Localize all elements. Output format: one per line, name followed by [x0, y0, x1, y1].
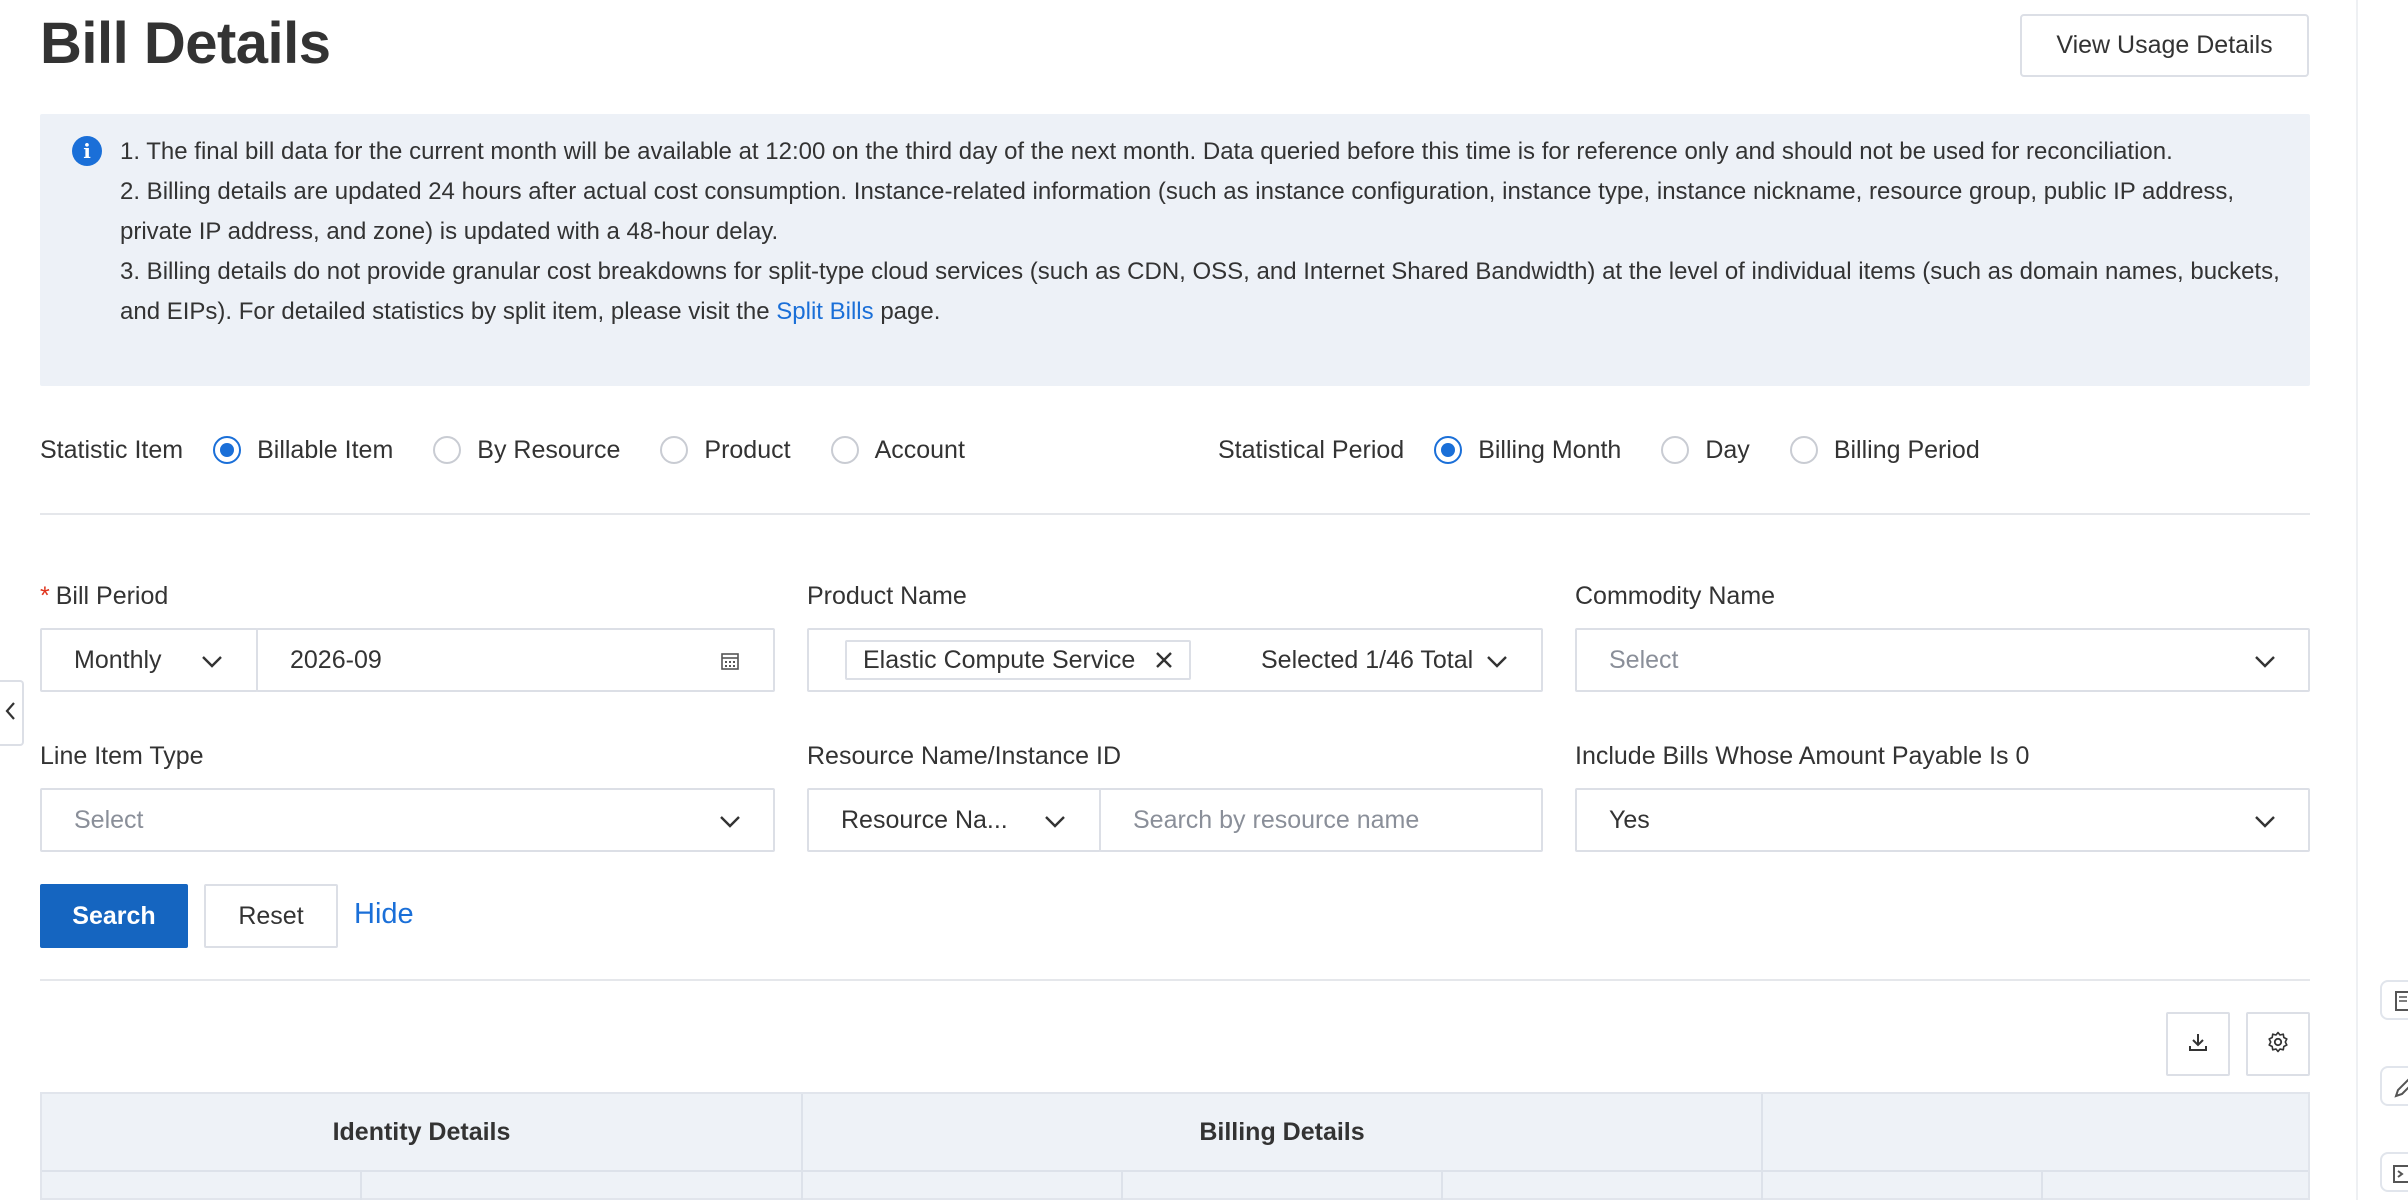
download-button[interactable] [2166, 1012, 2230, 1076]
radio-circle-icon [1789, 436, 1818, 464]
resource-mode-value: Resource Na... [841, 805, 1008, 834]
chevron-down-icon [1485, 650, 1507, 670]
resource-mode-select[interactable]: Resource Na... [807, 788, 1101, 852]
include-zero-select[interactable]: Yes [1575, 788, 2310, 852]
notice-line-3-suffix: page. [880, 298, 941, 325]
calendar-icon [720, 651, 740, 671]
radio-label: By Resource [477, 435, 621, 464]
commodity-name-label: Commodity Name [1575, 582, 1776, 610]
chevron-down-icon [718, 810, 740, 830]
statistic-item-label: Statistic Item [40, 435, 184, 464]
resource-search-input[interactable]: Search by resource name [1099, 788, 1543, 852]
commodity-name-placeholder: Select [1609, 645, 1679, 674]
chevron-down-icon [2253, 810, 2275, 830]
radio-circle-icon [660, 436, 689, 464]
header-identity-details: Identity Details [42, 1094, 803, 1170]
line-item-type-select[interactable]: Select [40, 788, 775, 852]
required-mark: * [40, 582, 50, 610]
info-icon: i [72, 136, 102, 166]
bill-period-date-input[interactable]: 2026-09 [256, 628, 775, 692]
view-usage-details-button[interactable]: View Usage Details [2020, 14, 2309, 77]
header-billing-details: Billing Details [803, 1094, 1763, 1170]
notice-line-3: 3. Billing details do not provide granul… [120, 252, 2290, 332]
line-item-type-placeholder: Select [74, 805, 144, 834]
radio-billing-period[interactable]: Billing Period [1789, 435, 1980, 465]
subheader-cell [1763, 1170, 2043, 1200]
radio-day[interactable]: Day [1661, 435, 1750, 465]
bill-period-mode-value: Monthly [74, 645, 162, 674]
subheader-cell [42, 1170, 362, 1200]
radio-label: Account [874, 435, 965, 464]
subheader-cell [1123, 1170, 1443, 1200]
chevron-down-icon [1043, 810, 1065, 830]
radio-label: Billing Month [1478, 435, 1622, 464]
include-zero-label: Include Bills Whose Amount Payable Is 0 [1575, 742, 2030, 770]
radio-circle-icon [1434, 436, 1463, 464]
product-tag: Elastic Compute Service [845, 640, 1192, 680]
radio-product[interactable]: Product [660, 435, 791, 465]
resource-search-placeholder: Search by resource name [1133, 805, 1420, 834]
chevron-down-icon [200, 650, 222, 670]
subheader-cell [803, 1170, 1123, 1200]
hide-filters-link[interactable]: Hide [354, 898, 414, 931]
gear-icon [2266, 1030, 2290, 1059]
bill-period-label: * Bill Period [40, 582, 168, 611]
radio-account[interactable]: Account [830, 435, 965, 465]
divider [40, 513, 2310, 515]
sidebar-collapse-handle[interactable] [0, 680, 24, 746]
radio-circle-icon [213, 436, 242, 464]
divider [40, 979, 2310, 981]
product-name-label: Product Name [807, 582, 967, 610]
notice-text: 1. The final bill data for the current m… [120, 132, 2290, 332]
include-zero-value: Yes [1609, 805, 1650, 834]
download-icon [2187, 1031, 2209, 1058]
radio-label: Billable Item [257, 435, 394, 464]
rail-terminal-icon[interactable] [2380, 1152, 2408, 1192]
bill-period-mode-select[interactable]: Monthly [40, 628, 258, 692]
notice-line-2: 2. Billing details are updated 24 hours … [120, 178, 2235, 245]
radio-label: Billing Period [1833, 435, 1980, 464]
statistical-period-group: Statistical Period Billing Month Day Bil… [1218, 430, 2020, 470]
radio-circle-icon [830, 436, 859, 464]
header-group-3 [1763, 1094, 2308, 1170]
search-button[interactable]: Search [40, 884, 188, 948]
radio-circle-icon [1661, 436, 1690, 464]
radio-circle-icon [433, 436, 462, 464]
bill-period-label-text: Bill Period [55, 582, 169, 610]
product-tag-label: Elastic Compute Service [863, 645, 1136, 674]
radio-by-resource[interactable]: By Resource [433, 436, 620, 465]
rail-document-icon[interactable] [2380, 980, 2408, 1020]
radio-billing-month[interactable]: Billing Month [1434, 436, 1621, 465]
notice-line-3-prefix: 3. Billing details do not provide granul… [120, 258, 2280, 325]
product-name-select[interactable]: Elastic Compute Service Selected 1/46 To… [807, 628, 1543, 692]
reset-button[interactable]: Reset [204, 884, 338, 948]
statistical-period-label: Statistical Period [1218, 435, 1405, 464]
page-title: Bill Details [40, 11, 331, 76]
radio-label: Day [1705, 435, 1750, 464]
notice-box: i 1. The final bill data for the current… [40, 114, 2310, 386]
close-icon[interactable] [1153, 649, 1175, 671]
right-rail-divider [2356, 0, 2358, 1200]
chevron-left-icon [4, 700, 18, 727]
notice-line-1: 1. The final bill data for the current m… [120, 138, 2173, 165]
table-settings-button[interactable] [2246, 1012, 2310, 1076]
subheader-cell [1443, 1170, 1763, 1200]
statistic-item-group: Statistic Item Billable Item By Resource… [40, 430, 1005, 470]
split-bills-link[interactable]: Split Bills [776, 298, 873, 325]
product-selected-summary: Selected 1/46 Total [1261, 645, 1474, 674]
radio-billable-item[interactable]: Billable Item [213, 436, 393, 465]
chevron-down-icon [2253, 650, 2275, 670]
subheader-cell [362, 1170, 803, 1200]
rail-edit-icon[interactable] [2380, 1066, 2408, 1106]
commodity-name-select[interactable]: Select [1575, 628, 2310, 692]
resource-label: Resource Name/Instance ID [807, 742, 1122, 770]
bill-details-table: Identity Details Billing Details [40, 1092, 2310, 1200]
bill-period-date-value: 2026-09 [290, 645, 382, 674]
line-item-type-label: Line Item Type [40, 742, 204, 770]
radio-label: Product [704, 435, 791, 464]
subheader-cell [2043, 1170, 2308, 1200]
